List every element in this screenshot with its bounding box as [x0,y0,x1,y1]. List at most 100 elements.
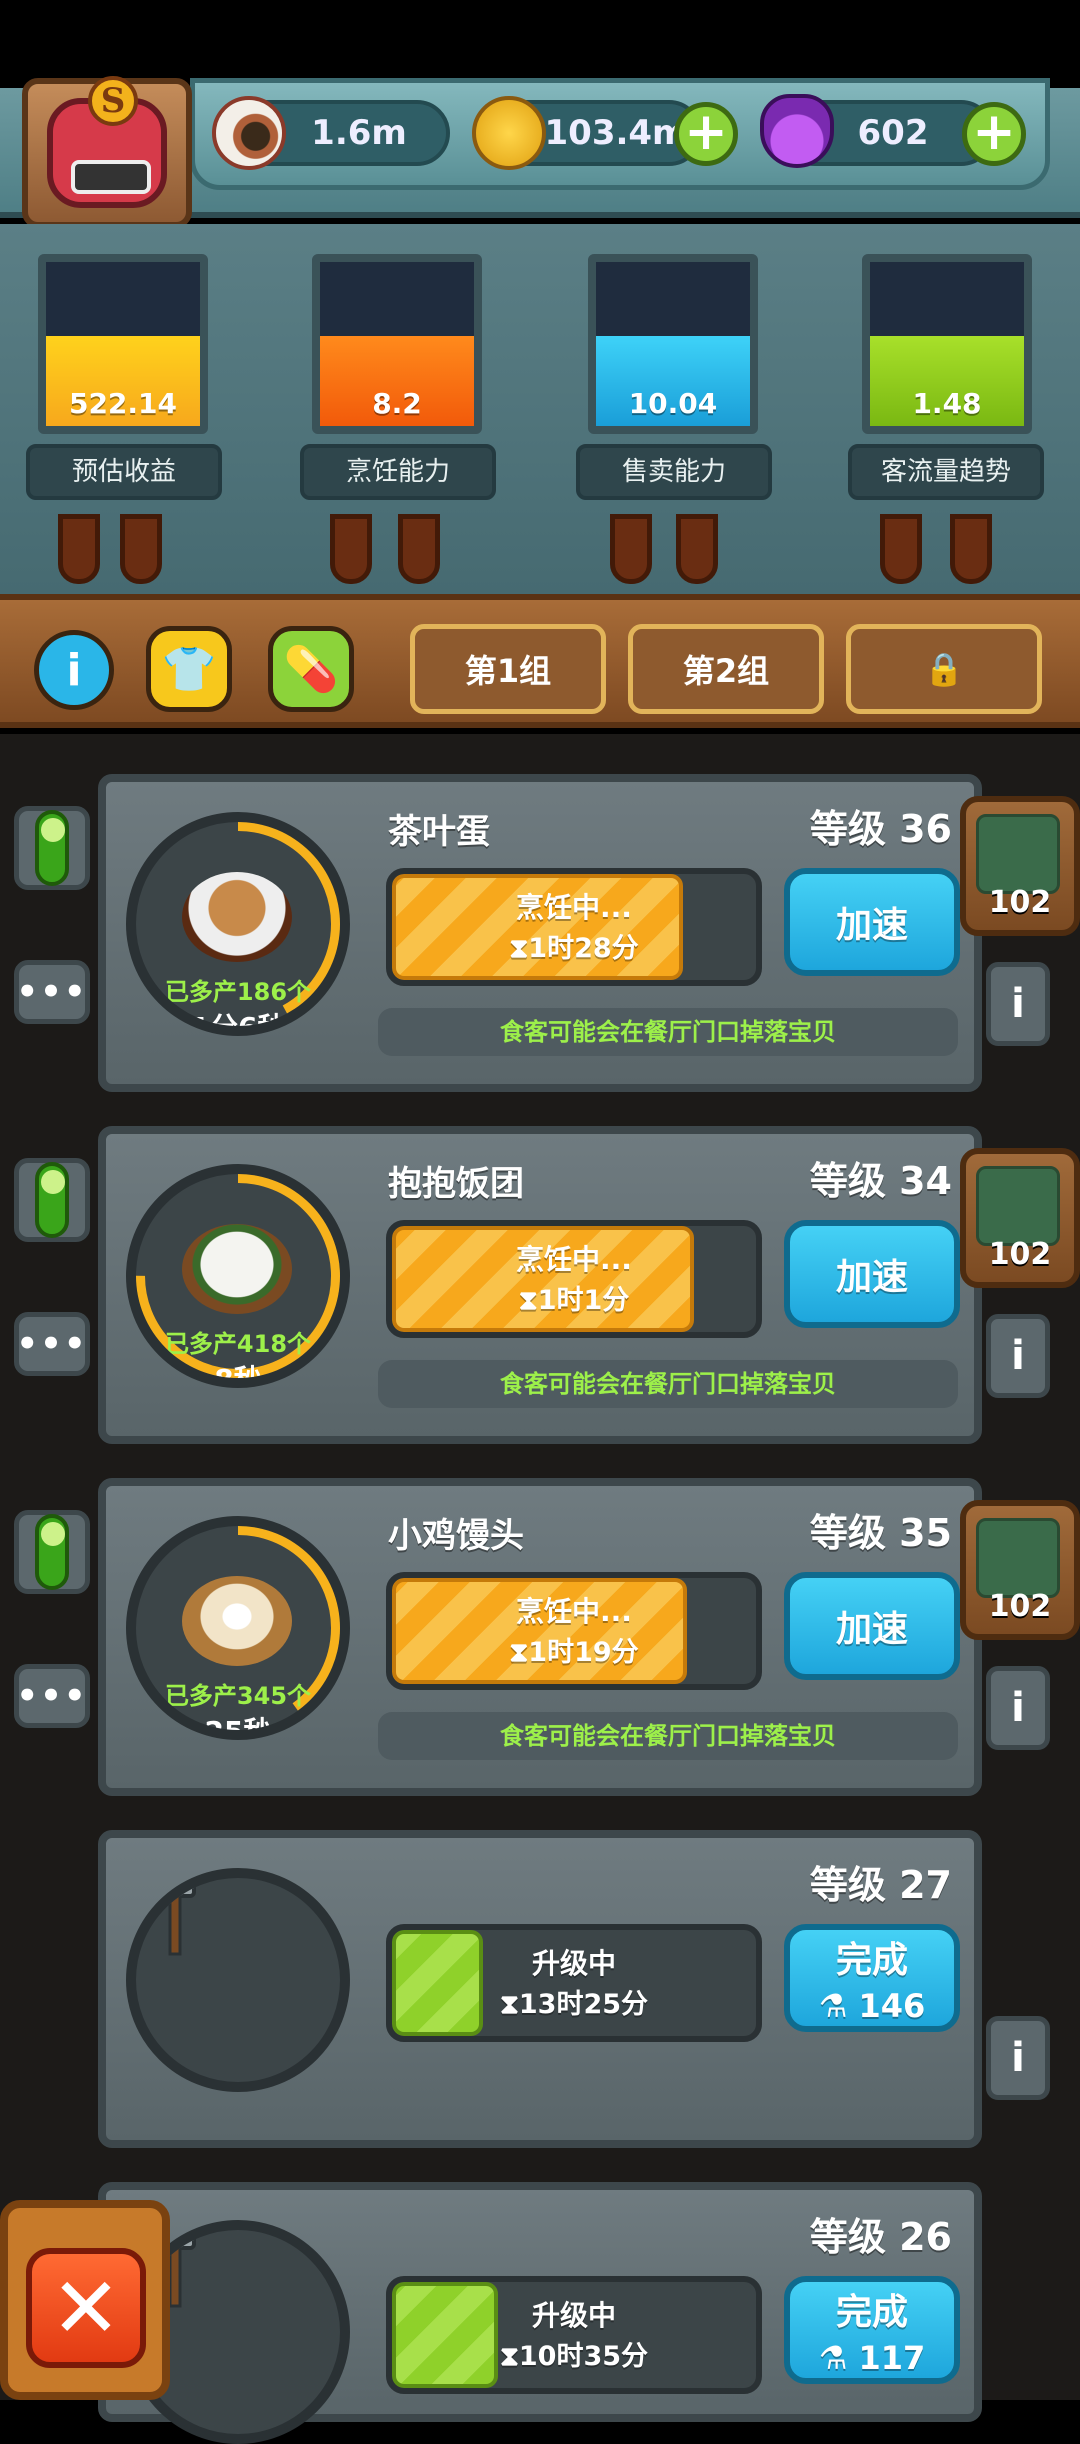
tab-group-2[interactable]: 第2组 [628,624,824,714]
tab-group-1[interactable]: 第1组 [410,624,606,714]
pipe-decoration [880,514,922,584]
finish-upgrade-button[interactable]: 完成 ⚗ 146 [784,1924,960,2032]
timer-text: ⧗1时28分 [509,933,639,964]
treasure-icon [976,814,1060,894]
gauge-selling-ability: 10.04 [588,254,758,434]
player-avatar[interactable]: S [22,76,192,228]
timer-text: ⧗10时35分 [499,2341,649,2372]
tab-locked[interactable]: 🔒 [846,624,1042,714]
add-coin-button[interactable]: + [674,102,738,166]
toggle-switch [35,1162,69,1238]
finish-label: 完成 [835,2292,908,2333]
outfit-button[interactable]: 👕 [146,626,232,712]
potion-cost: ⚗ 117 [818,2339,926,2377]
info-icon: i [66,644,82,696]
toggle-switch [35,1514,69,1590]
potion-value: 602 [857,113,929,153]
potion-icon [760,94,834,168]
speed-up-button[interactable]: 加速 [784,868,960,976]
chick-bun-icon [182,1576,292,1666]
cooking-progress: 烹饪中... ⧗1时1分 [386,1220,762,1338]
more-button[interactable]: ••• [14,960,90,1024]
produced-count: 已多产186个 [164,978,312,1006]
cooking-progress: 烹饪中... ⧗1时19分 [386,1572,762,1690]
more-button[interactable]: ••• [14,1664,90,1728]
cost-value: 146 [858,1987,926,2025]
upgrade-progress: 升级中 ⧗13时25分 [386,1924,762,2042]
metrics-panel: 522.14 预估收益 8.2 烹饪能力 10.04 售卖能力 1.48 客流量… [0,224,1080,594]
pipe-decoration [950,514,992,584]
recipe-name: 小鸡馒头 [388,1516,524,1556]
gauge-estimated-income: 522.14 [38,254,208,434]
production-ring: 已多产418个 8秒 [126,1164,350,1388]
metric-label: 客流量趋势 [848,444,1044,500]
finish-upgrade-button[interactable]: 完成 ⚗ 117 [784,2276,960,2384]
hint-text: 食客可能会在餐厅门口掉落宝贝 [378,1360,958,1408]
add-potion-button[interactable]: + [962,102,1026,166]
speed-up-button[interactable]: 加速 [784,1220,960,1328]
recipe-level: 等级 35 [809,1511,952,1555]
recipe-level: 等级 34 [809,1159,952,1203]
timer-text: ⧗13时25分 [499,1989,649,2020]
recipe-level: 等级 36 [809,807,952,851]
upgrade-card: 等级 27 升级中 ⧗13时25分 完成 ⚗ 146 [98,1830,982,2148]
produced-count: 已多产345个 [164,1682,312,1710]
status-bar [0,0,1080,88]
close-button[interactable]: ✕ [26,2248,146,2368]
toolbar: i 👕 💊 第1组 第2组 🔒 [0,594,1080,728]
item-info-button[interactable]: i [986,962,1050,1046]
tea-egg-icon [182,872,292,962]
speed-up-button[interactable]: 加速 [784,1572,960,1680]
metric-label: 预估收益 [26,444,222,500]
hint-text: 食客可能会在餐厅门口掉落宝贝 [378,1008,958,1056]
info-button[interactable]: i [34,630,114,710]
timer-text: ⧗1时1分 [518,1285,630,1316]
coin-value: 103.4m [544,113,688,153]
finish-label: 完成 [835,1940,908,1981]
pipe-decoration [330,514,372,584]
more-button[interactable]: ••• [14,1312,90,1376]
coin-icon [472,96,546,170]
item-info-button[interactable]: i [986,1314,1050,1398]
reward-count: 102 [988,1589,1052,1624]
pipe-decoration [676,514,718,584]
cycle-time: 8秒 [214,1363,262,1388]
status-text: 烹饪中... [516,1595,632,1628]
pipe-decoration [610,514,652,584]
cost-value: 117 [858,2339,926,2377]
gauge-fill: 522.14 [46,335,200,426]
kitchen-list: 已多产186个 1分6秒 茶叶蛋 等级 36 烹饪中... ⧗1时28分 加速 … [0,734,1080,2444]
gauge-fill: 10.04 [596,335,750,426]
pipe-decoration [58,514,100,584]
cycle-time: 25秒 [204,1715,272,1740]
item-info-button[interactable]: i [986,2016,1050,2100]
reward-chest[interactable]: 102 [960,796,1080,936]
status-text: 烹饪中... [516,1243,632,1276]
recipe-card: 已多产345个 25秒 小鸡馒头 等级 35 烹饪中... ⧗1时19分 加速 … [98,1478,982,1796]
item-info-button[interactable]: i [986,1666,1050,1750]
upgrade-card: 等级 26 升级中 ⧗10时35分 完成 ⚗ 117 [98,2182,982,2444]
reward-count: 102 [988,885,1052,920]
status-text: 升级中 [531,1947,616,1980]
auto-toggle[interactable] [14,1158,90,1242]
pipe-decoration [398,514,440,584]
boost-button[interactable]: 💊 [268,626,354,712]
status-text: 升级中 [531,2299,616,2332]
production-ring: 已多产345个 25秒 [126,1516,350,1740]
pill-icon: 💊 [283,644,339,695]
timer-text: ⧗1时19分 [509,1637,639,1668]
lock-icon: 🔒 [924,650,964,688]
pipe-decoration [120,514,162,584]
slot-level: 等级 26 [809,2215,952,2259]
eyeball-value: 1.6m [311,113,407,153]
auto-toggle[interactable] [14,1510,90,1594]
reward-chest[interactable]: 102 [960,1148,1080,1288]
recipe-card: 已多产418个 8秒 抱抱饭团 等级 34 烹饪中... ⧗1时1分 加速 食客… [98,1126,982,1444]
status-text: 烹饪中... [516,891,632,924]
reward-count: 102 [988,1237,1052,1272]
more-dots-icon: ••• [16,1324,88,1364]
upgrade-progress: 升级中 ⧗10时35分 [386,2276,762,2394]
auto-toggle[interactable] [14,806,90,890]
reward-chest[interactable]: 102 [960,1500,1080,1640]
more-dots-icon: ••• [16,972,88,1012]
